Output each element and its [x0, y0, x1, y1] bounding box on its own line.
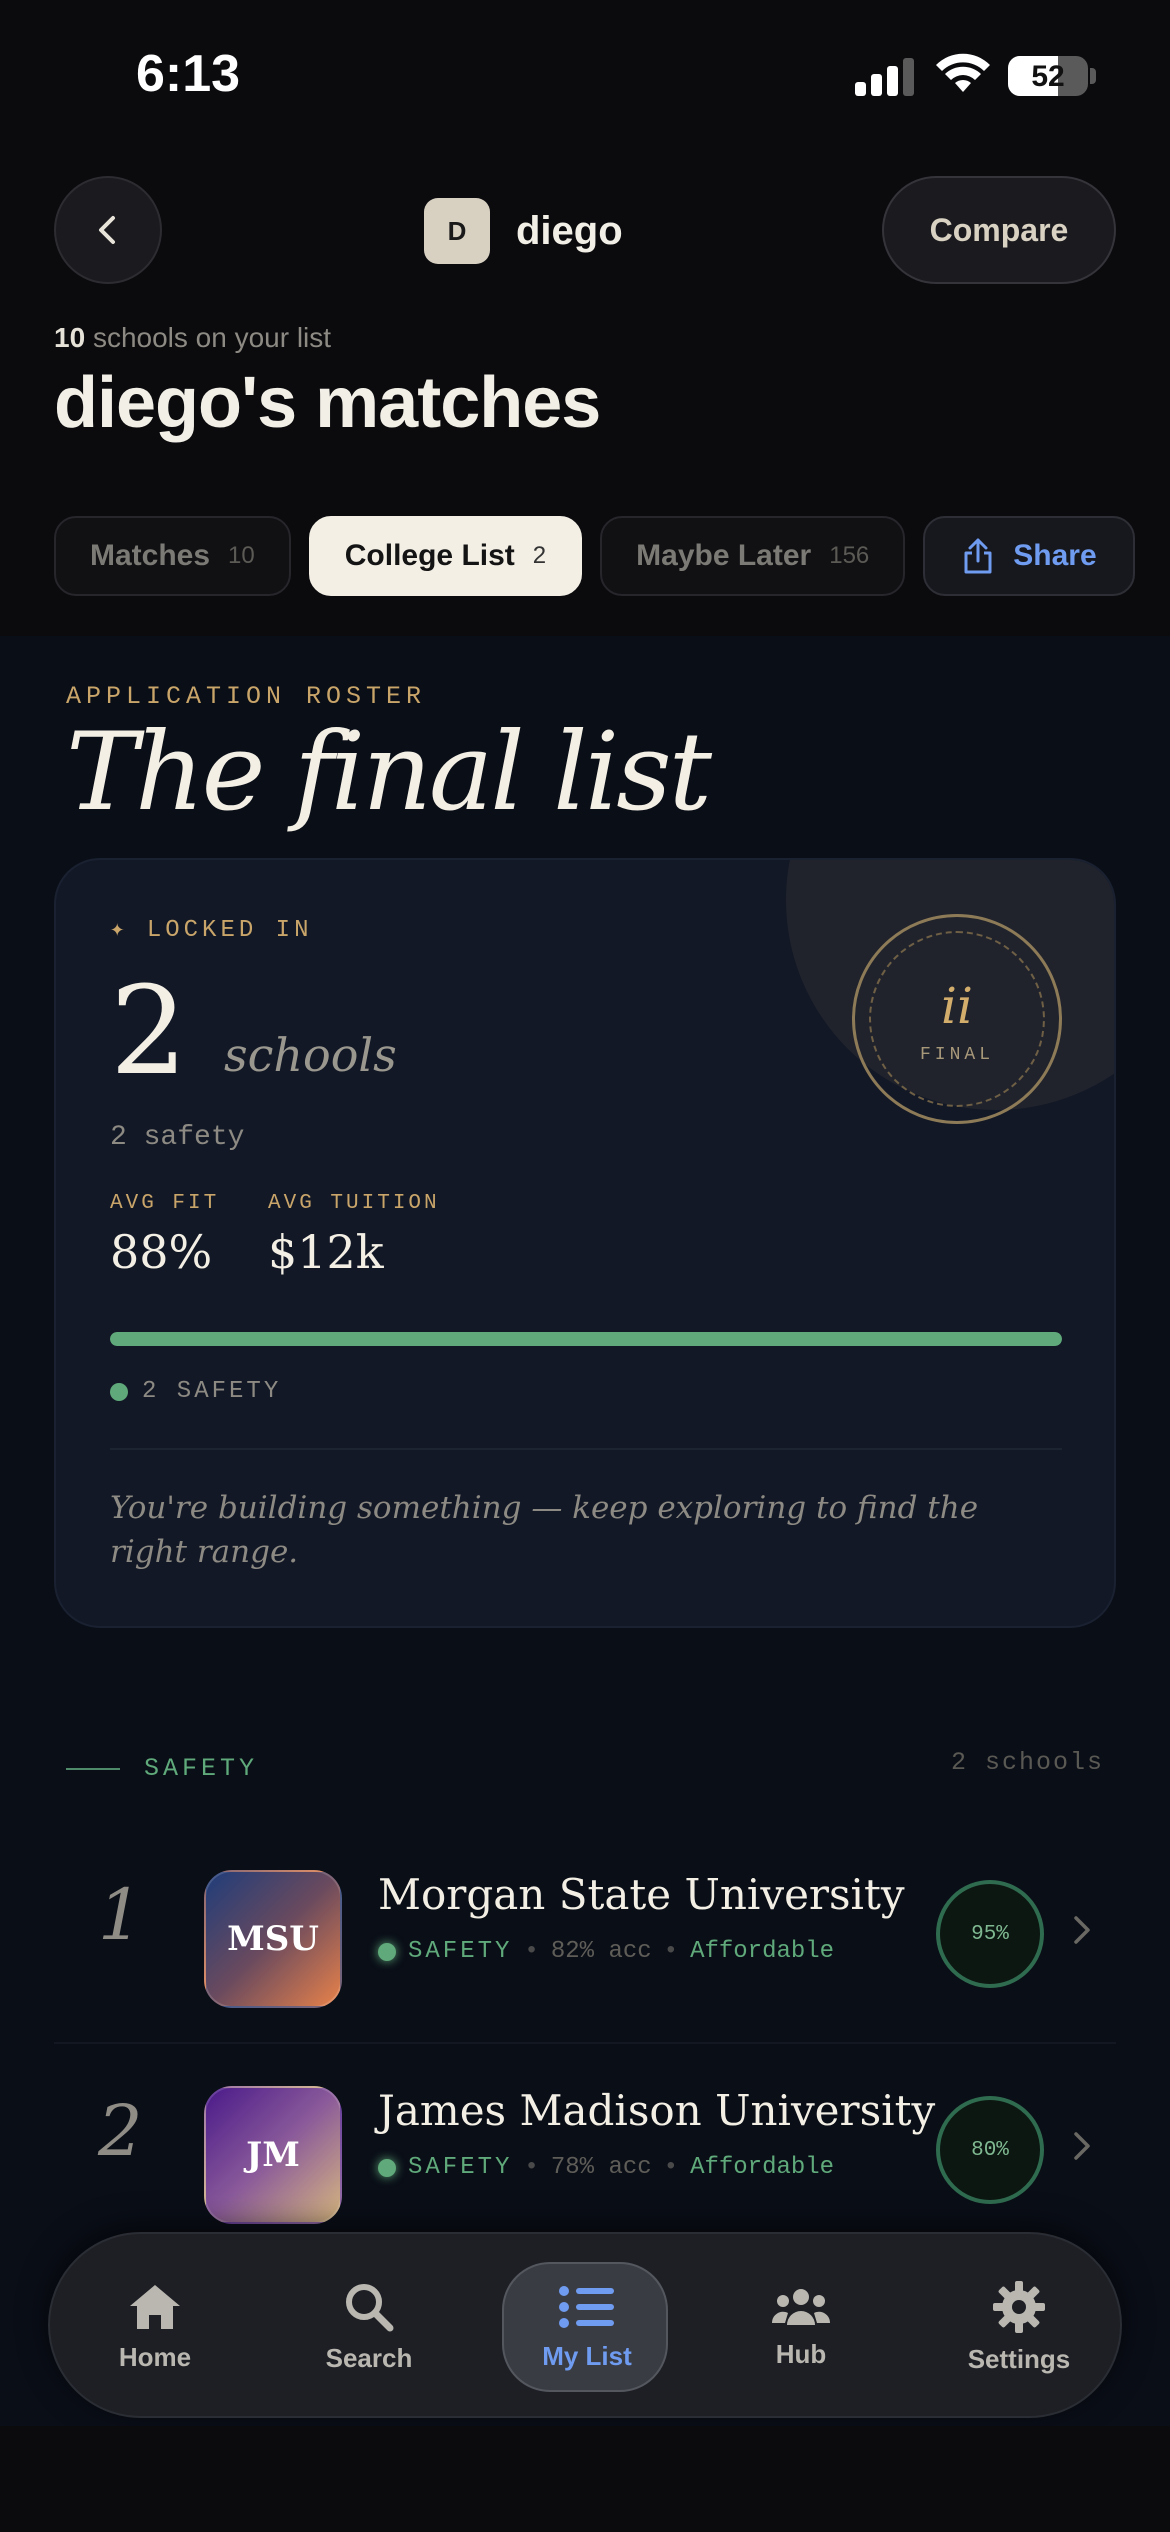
user-chip[interactable]: D diego [424, 198, 623, 264]
nav-my-list[interactable]: My List [502, 2234, 672, 2420]
back-button[interactable] [54, 176, 162, 284]
nav-settings[interactable]: Settings [934, 2234, 1104, 2420]
seal-numeral: ii [941, 977, 973, 1035]
school-row[interactable]: 1 MSU Morgan State University SAFETY • 8… [54, 1830, 1116, 2040]
nav-hub[interactable]: Hub [716, 2234, 886, 2420]
wifi-icon [936, 53, 990, 92]
seal-word: FINAL [919, 1045, 994, 1065]
home-icon [130, 2284, 180, 2329]
bottom-tab-bar: Home Search My List Hub Settings [48, 2232, 1122, 2418]
page-title: diego's matches [54, 363, 601, 443]
summary-card: ii FINAL ✦ LOCKED IN 2 schools 2 safety … [54, 858, 1116, 1628]
tab-maybe-later[interactable]: Maybe Later 156 [600, 516, 906, 596]
school-logo: JM [204, 2086, 342, 2224]
tier-distribution-bar [110, 1332, 1062, 1346]
chevron-right-icon [1074, 2132, 1090, 2160]
list-tabs: Matches 10 College List 2 Maybe Later 15… [54, 516, 1135, 596]
section-count: 2 schools [950, 1748, 1104, 1777]
people-icon [771, 2288, 831, 2325]
nav-search[interactable]: Search [284, 2234, 454, 2420]
chevron-right-icon [1074, 1916, 1090, 1944]
tab-college-list[interactable]: College List 2 [308, 516, 583, 596]
chevron-left-icon [99, 216, 115, 244]
nav-home[interactable]: Home [70, 2234, 240, 2420]
share-icon [964, 538, 992, 574]
compare-button[interactable]: Compare [882, 176, 1116, 284]
school-total: 2 [110, 960, 188, 1102]
safety-dot-icon [110, 1382, 128, 1401]
battery-level: 52 [1031, 60, 1065, 93]
school-total-unit: schools [224, 1028, 397, 1082]
tier-legend: 2 SAFETY [110, 1378, 281, 1405]
fit-score: 95% [936, 1880, 1044, 1988]
status-time: 6:13 [136, 45, 241, 103]
avg-fit-stat: AVG FIT 88% [110, 1192, 220, 1279]
roster-eyebrow: APPLICATION ROSTER [66, 682, 427, 711]
school-name: James Madison University [378, 2086, 936, 2135]
school-row[interactable]: 2 JM James Madison University SAFETY • 7… [54, 2046, 1116, 2256]
school-rank: 2 [98, 2090, 143, 2172]
school-meta: SAFETY • 78% acc • Affordable [378, 2154, 834, 2181]
fit-score: 80% [936, 2096, 1044, 2204]
section-label: SAFETY [144, 1754, 259, 1783]
final-seal: ii FINAL [852, 914, 1062, 1124]
school-count: 10 schools on your list [54, 322, 332, 353]
school-name: Morgan State University [378, 1870, 905, 1919]
tab-matches[interactable]: Matches 10 [54, 516, 291, 596]
battery-icon: 52 [1008, 56, 1088, 96]
gear-icon [993, 2280, 1045, 2333]
locked-in-label: ✦ LOCKED IN [110, 917, 313, 944]
status-bar: 6:13 52 [0, 0, 1170, 150]
roster-title: The final list [66, 710, 712, 835]
username: diego [516, 208, 623, 253]
safety-count: 2 safety [110, 1122, 245, 1153]
list-icon [559, 2285, 614, 2328]
search-icon [346, 2283, 394, 2331]
avg-tuition-stat: AVG TUITION $12k [268, 1192, 440, 1279]
school-rank: 1 [98, 1874, 143, 1956]
school-meta: SAFETY • 82% acc • Affordable [378, 1938, 834, 1965]
school-logo: MSU [204, 1870, 342, 2008]
avatar: D [424, 198, 490, 264]
share-button[interactable]: Share [923, 516, 1135, 596]
encouragement-note: You're building something — keep explori… [110, 1490, 979, 1570]
cellular-signal-icon [855, 58, 915, 96]
